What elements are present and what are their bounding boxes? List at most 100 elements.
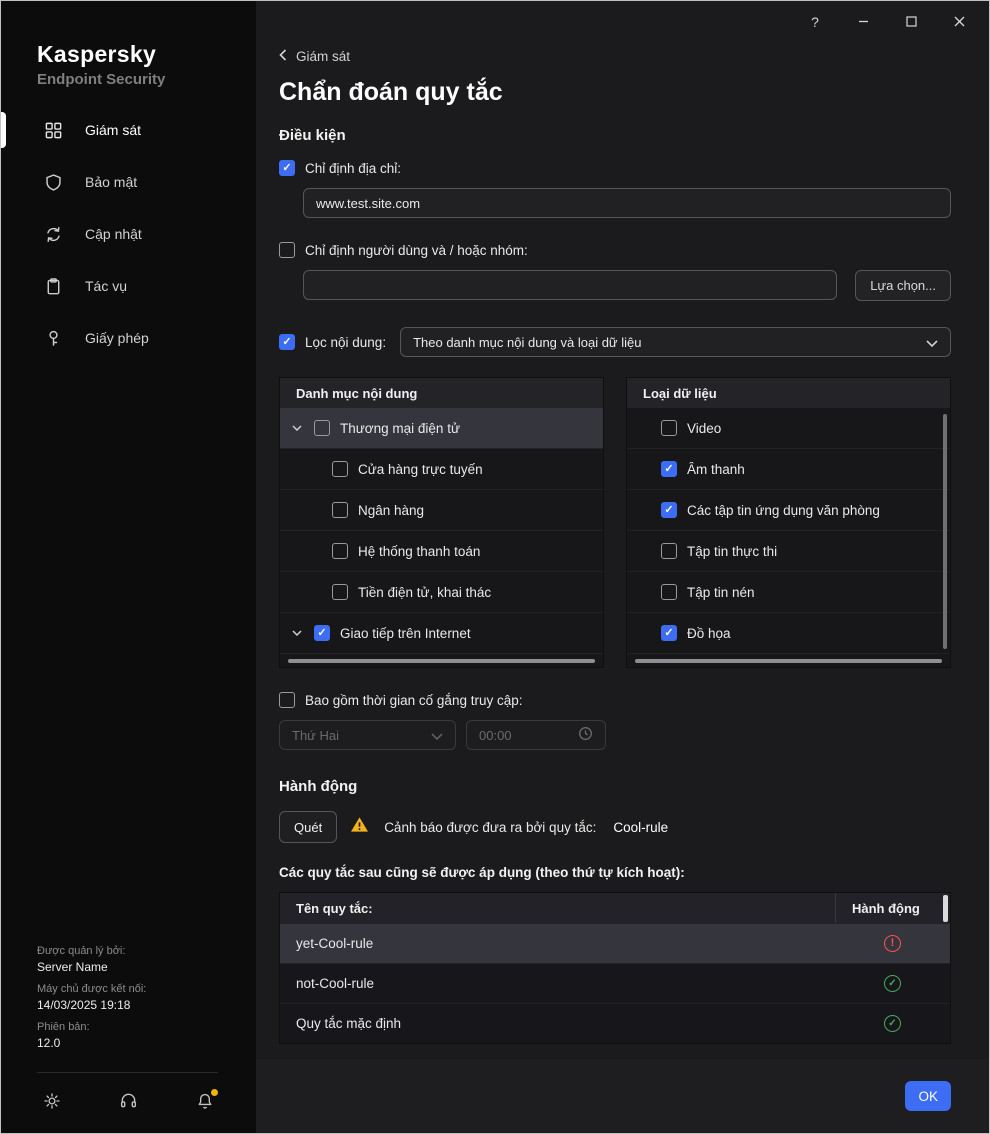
warning-text: Cảnh báo được đưa ra bởi quy tắc: <box>384 820 596 835</box>
main-area: ? Giám sát Chẩn đoán quy tắc Điều kiện C… <box>256 1 989 1133</box>
datatype-checkbox[interactable] <box>661 420 677 436</box>
support-button[interactable] <box>119 1091 138 1115</box>
sidebar-icon-bar <box>1 1073 256 1133</box>
datatype-label: Tập tin nén <box>687 585 755 600</box>
category-checkbox[interactable] <box>332 543 348 559</box>
scrollbar-thumb[interactable] <box>635 659 942 663</box>
categories-panel-header: Danh mục nội dung <box>280 378 603 408</box>
category-row[interactable]: Tiền điện tử, khai thác <box>280 572 603 613</box>
scan-button[interactable]: Quét <box>279 811 337 843</box>
settings-button[interactable] <box>43 1092 61 1115</box>
datatype-label: Video <box>687 421 721 436</box>
time-input: 00:00 <box>466 720 606 750</box>
rule-row[interactable]: yet-Cool-rule <box>280 923 950 963</box>
datatype-row[interactable]: Đồ họa <box>627 613 950 654</box>
page-title: Chẩn đoán quy tắc <box>279 77 951 107</box>
sidebar-item-license[interactable]: Giấy phép <box>1 312 256 364</box>
sidebar-spacer <box>1 364 256 936</box>
footer-bar: OK <box>256 1059 989 1133</box>
action-heading: Hành động <box>279 778 951 795</box>
datatype-row[interactable]: Âm thanh <box>627 449 950 490</box>
category-row[interactable]: Ngân hàng <box>280 490 603 531</box>
chevron-down-icon[interactable] <box>290 630 304 636</box>
version-label: Phiên bản: <box>37 1021 236 1033</box>
logo-title: Kaspersky <box>37 41 256 68</box>
notifications-button[interactable] <box>196 1092 214 1115</box>
content-filter-checkbox[interactable] <box>279 334 295 350</box>
sidebar-item-label: Bảo mật <box>85 174 137 190</box>
schedule-checkbox[interactable] <box>279 692 295 708</box>
day-select-value: Thứ Hai <box>292 728 339 743</box>
ok-button[interactable]: OK <box>905 1081 951 1111</box>
datatype-checkbox[interactable] <box>661 461 677 477</box>
sidebar: Kaspersky Endpoint Security Giám sát Bảo… <box>1 1 256 1133</box>
server-info: Được quản lý bởi: Server Name Máy chủ đư… <box>1 936 256 1064</box>
sidebar-item-monitoring[interactable]: Giám sát <box>1 104 256 156</box>
status-icon <box>884 1015 901 1032</box>
table-scrollbar[interactable] <box>943 895 948 922</box>
category-row[interactable]: Thương mại điện tử <box>280 408 603 449</box>
version-value: 12.0 <box>37 1036 236 1050</box>
content-filter-value: Theo danh mục nội dung và loại dữ liệu <box>413 335 641 350</box>
datatype-checkbox[interactable] <box>661 625 677 641</box>
category-checkbox[interactable] <box>332 502 348 518</box>
schedule-label: Bao gồm thời gian cố gắng truy cập: <box>305 693 522 708</box>
horizontal-scrollbar[interactable] <box>635 659 942 663</box>
close-button[interactable] <box>949 12 969 32</box>
address-input[interactable] <box>303 188 951 218</box>
users-label: Chỉ định người dùng và / hoặc nhóm: <box>305 243 528 258</box>
category-checkbox[interactable] <box>314 420 330 436</box>
category-checkbox[interactable] <box>332 584 348 600</box>
category-label: Giao tiếp trên Internet <box>340 626 471 641</box>
content-filter-select[interactable]: Theo danh mục nội dung và loại dữ liệu <box>400 327 951 357</box>
datatype-row[interactable]: Tập tin nén <box>627 572 950 613</box>
schedule-inputs: Thứ Hai 00:00 <box>279 720 951 750</box>
category-checkbox[interactable] <box>332 461 348 477</box>
category-row[interactable]: Giao tiếp trên Internet <box>280 613 603 654</box>
sidebar-item-update[interactable]: Cập nhật <box>1 208 256 260</box>
choose-button[interactable]: Lựa chọn... <box>855 270 951 301</box>
datatype-row[interactable]: Các tập tin ứng dụng văn phòng <box>627 490 950 531</box>
minimize-button[interactable] <box>853 12 873 32</box>
sidebar-item-security[interactable]: Bảo mật <box>1 156 256 208</box>
chevron-down-icon[interactable] <box>290 425 304 431</box>
rule-action-cell <box>835 975 950 992</box>
address-check-row: Chỉ định địa chỉ: <box>279 160 951 176</box>
maximize-button[interactable] <box>901 12 921 32</box>
datatype-row[interactable]: Tập tin thực thi <box>627 531 950 572</box>
address-checkbox[interactable] <box>279 160 295 176</box>
horizontal-scrollbar[interactable] <box>288 659 595 663</box>
sidebar-item-label: Cập nhật <box>85 226 142 242</box>
sidebar-item-tasks[interactable]: Tác vụ <box>1 260 256 312</box>
rule-row[interactable]: Quy tắc mặc định <box>280 1003 950 1043</box>
help-button[interactable]: ? <box>805 12 825 32</box>
category-label: Ngân hàng <box>358 503 424 518</box>
rule-row[interactable]: not-Cool-rule <box>280 963 950 1003</box>
chevron-left-icon <box>279 49 287 64</box>
scrollbar-thumb[interactable] <box>288 659 595 663</box>
users-checkbox[interactable] <box>279 242 295 258</box>
column-header-action: Hành động <box>835 893 950 923</box>
rule-action-cell <box>835 935 950 952</box>
rule-name-cell: Quy tắc mặc định <box>280 1016 835 1031</box>
users-input[interactable] <box>303 270 837 300</box>
chevron-down-icon <box>926 335 938 350</box>
app-window: Kaspersky Endpoint Security Giám sát Bảo… <box>0 0 990 1134</box>
sidebar-item-label: Tác vụ <box>85 278 127 294</box>
category-row[interactable]: Cửa hàng trực tuyến <box>280 449 603 490</box>
back-button[interactable]: Giám sát <box>279 47 350 65</box>
content-filter-label: Lọc nội dung: <box>305 335 386 350</box>
datatype-label: Các tập tin ứng dụng văn phòng <box>687 503 880 518</box>
datatypes-panel: Loại dữ liệu Video Âm thanh Các tập tin … <box>626 377 951 668</box>
clipboard-icon <box>43 276 63 296</box>
page-content: Giám sát Chẩn đoán quy tắc Điều kiện Chỉ… <box>256 43 989 1059</box>
datatype-checkbox[interactable] <box>661 543 677 559</box>
datatype-row[interactable]: Video <box>627 408 950 449</box>
category-checkbox[interactable] <box>314 625 330 641</box>
vertical-scrollbar[interactable] <box>943 414 947 649</box>
category-row[interactable]: Hệ thống thanh toán <box>280 531 603 572</box>
datatype-checkbox[interactable] <box>661 584 677 600</box>
refresh-icon <box>43 224 63 244</box>
category-label: Cửa hàng trực tuyến <box>358 462 483 477</box>
datatype-checkbox[interactable] <box>661 502 677 518</box>
